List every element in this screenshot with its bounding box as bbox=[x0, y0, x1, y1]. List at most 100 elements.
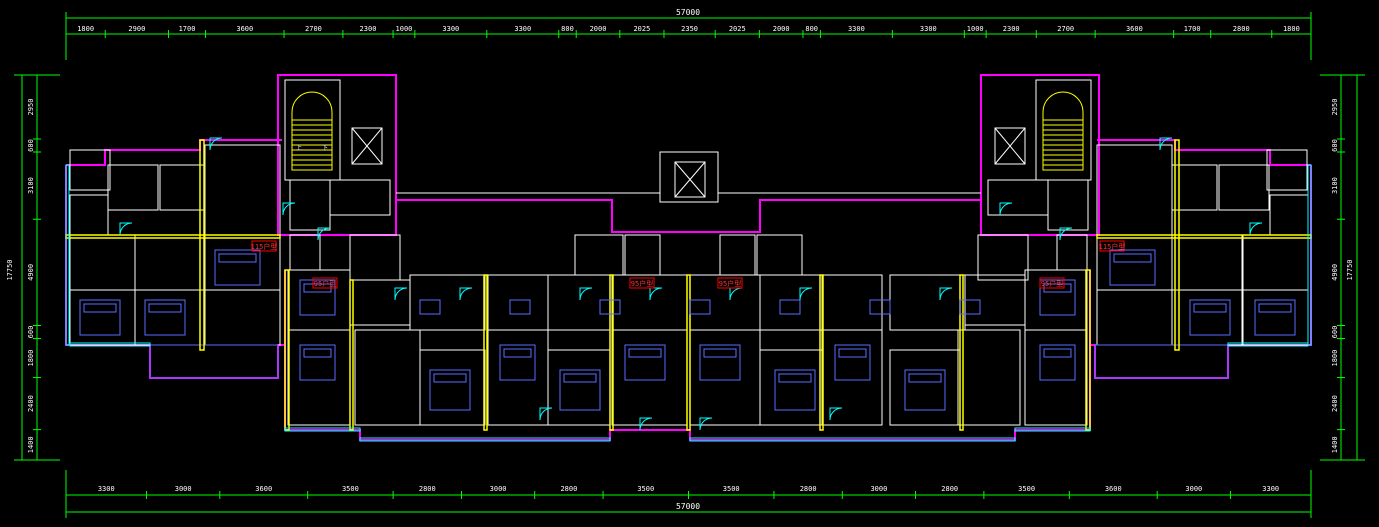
top-segment-dimension: 3600 bbox=[1126, 25, 1143, 33]
top-segment-dimension: 800 bbox=[561, 25, 574, 33]
structural-wall bbox=[686, 274, 691, 431]
pillow bbox=[433, 373, 467, 383]
door-swing bbox=[1249, 222, 1263, 236]
window bbox=[1307, 164, 1312, 346]
top-segment-dimension: 2700 bbox=[305, 25, 322, 33]
bottom-segment-dimension: 2800 bbox=[800, 485, 817, 493]
table bbox=[689, 299, 711, 315]
bottom-total-dimension: 57000 bbox=[676, 502, 700, 511]
right-dimension-chain bbox=[1320, 74, 1365, 461]
room-wall bbox=[354, 329, 421, 426]
door-swing bbox=[394, 287, 408, 301]
right-segment-dimension: 3100 bbox=[1331, 177, 1339, 194]
pillow bbox=[628, 348, 662, 358]
door-swing bbox=[729, 287, 743, 301]
left-segment-dimension: 600 bbox=[27, 326, 35, 339]
room-wall bbox=[487, 329, 549, 426]
top-segment-dimension: 3300 bbox=[514, 25, 531, 33]
door-swing bbox=[459, 287, 473, 301]
door-swing bbox=[799, 287, 813, 301]
floor-plan-drawing: 57000 1800 2900 1700 3600 2700 2300 1000 3300 33… bbox=[6, 8, 1365, 518]
room-wall bbox=[1024, 269, 1088, 331]
bottom-segment-dimension: 3300 bbox=[98, 485, 115, 493]
room-wall bbox=[1269, 194, 1309, 236]
table bbox=[869, 299, 891, 315]
room-wall bbox=[349, 234, 401, 281]
balcony-wall bbox=[149, 344, 279, 379]
room-wall bbox=[719, 234, 756, 276]
room-wall bbox=[289, 234, 321, 271]
unit-tag: 95户型 bbox=[1041, 279, 1063, 288]
pillow bbox=[1113, 253, 1152, 263]
room-wall bbox=[487, 274, 549, 331]
room-wall bbox=[159, 164, 206, 211]
pillow bbox=[218, 253, 257, 263]
room-wall bbox=[287, 329, 351, 426]
bed bbox=[79, 299, 121, 336]
right-segment-dimension: 2950 bbox=[1331, 99, 1339, 116]
unit-tags: 115户型 95户型 95户型 95户型 95户型 115户型 bbox=[251, 240, 1126, 289]
top-segment-dimension: 2800 bbox=[1233, 25, 1250, 33]
pillow bbox=[303, 348, 332, 358]
pillow bbox=[703, 348, 737, 358]
left-segment-dimension: 600 bbox=[27, 139, 35, 152]
room-wall bbox=[409, 274, 486, 331]
top-segment-dimension: 2025 bbox=[633, 25, 650, 33]
room-wall bbox=[1047, 179, 1089, 231]
door-swing bbox=[699, 417, 713, 431]
top-segment-dimension: 2300 bbox=[360, 25, 377, 33]
stair-up-label: 上 bbox=[296, 144, 302, 152]
stair-down-label: 下 bbox=[322, 145, 328, 152]
door-swing bbox=[539, 407, 553, 421]
left-segment-dimension: 3100 bbox=[27, 177, 35, 194]
room-wall bbox=[204, 144, 281, 236]
room-wall bbox=[759, 349, 823, 426]
bed bbox=[904, 369, 946, 411]
door-swing bbox=[649, 287, 663, 301]
top-segment-dimension: 3300 bbox=[848, 25, 865, 33]
window bbox=[65, 164, 70, 346]
unit-tag: 115户型 bbox=[1099, 242, 1126, 251]
door-swing bbox=[999, 202, 1013, 216]
room-wall bbox=[987, 179, 1049, 216]
bottom-segment-dimension: 3000 bbox=[175, 485, 192, 493]
right-segment-dimension: 1800 bbox=[1331, 350, 1339, 367]
room-wall bbox=[957, 329, 1021, 426]
left-segment-labels: 2950 600 3100 4900 600 1800 2400 1400 bbox=[27, 99, 35, 454]
top-segment-dimension: 3300 bbox=[442, 25, 459, 33]
room-wall bbox=[624, 234, 661, 276]
left-stair-icon bbox=[284, 79, 341, 181]
bed bbox=[1254, 299, 1296, 336]
room-wall bbox=[821, 329, 883, 426]
right-total-dimension: 17750 bbox=[1346, 259, 1354, 280]
unit-tag: 95户型 bbox=[631, 279, 653, 288]
elevator-icon bbox=[351, 127, 1026, 198]
top-segment-dimension: 2900 bbox=[128, 25, 145, 33]
pillow bbox=[838, 348, 867, 358]
right-segment-dimension: 1400 bbox=[1331, 436, 1339, 453]
balcony-wall bbox=[1094, 344, 1229, 379]
left-segment-dimension: 1400 bbox=[27, 436, 35, 453]
room-wall bbox=[349, 279, 411, 326]
top-segment-dimension: 800 bbox=[805, 25, 818, 33]
room-wall bbox=[1024, 329, 1088, 426]
room-wall bbox=[574, 234, 624, 276]
bottom-segment-dimension: 3500 bbox=[1018, 485, 1035, 493]
top-segment-dimension: 2700 bbox=[1057, 25, 1074, 33]
bed bbox=[559, 369, 601, 411]
room-wall bbox=[756, 234, 803, 276]
bed bbox=[624, 344, 666, 381]
left-segment-dimension: 4900 bbox=[27, 264, 35, 281]
right-segment-dimension: 600 bbox=[1331, 139, 1339, 152]
top-segment-dimension: 1800 bbox=[77, 25, 94, 33]
top-segment-dimension: 1000 bbox=[967, 25, 984, 33]
top-segment-dimension: 1800 bbox=[1283, 25, 1300, 33]
unit-tag: 95户型 bbox=[314, 279, 336, 288]
room-wall bbox=[1171, 289, 1243, 346]
bottom-segment-dimension: 2800 bbox=[941, 485, 958, 493]
bed bbox=[429, 369, 471, 411]
pillow bbox=[1043, 348, 1072, 358]
room-wall bbox=[611, 329, 688, 426]
right-stair-icon bbox=[1035, 79, 1092, 181]
bed bbox=[834, 344, 871, 381]
